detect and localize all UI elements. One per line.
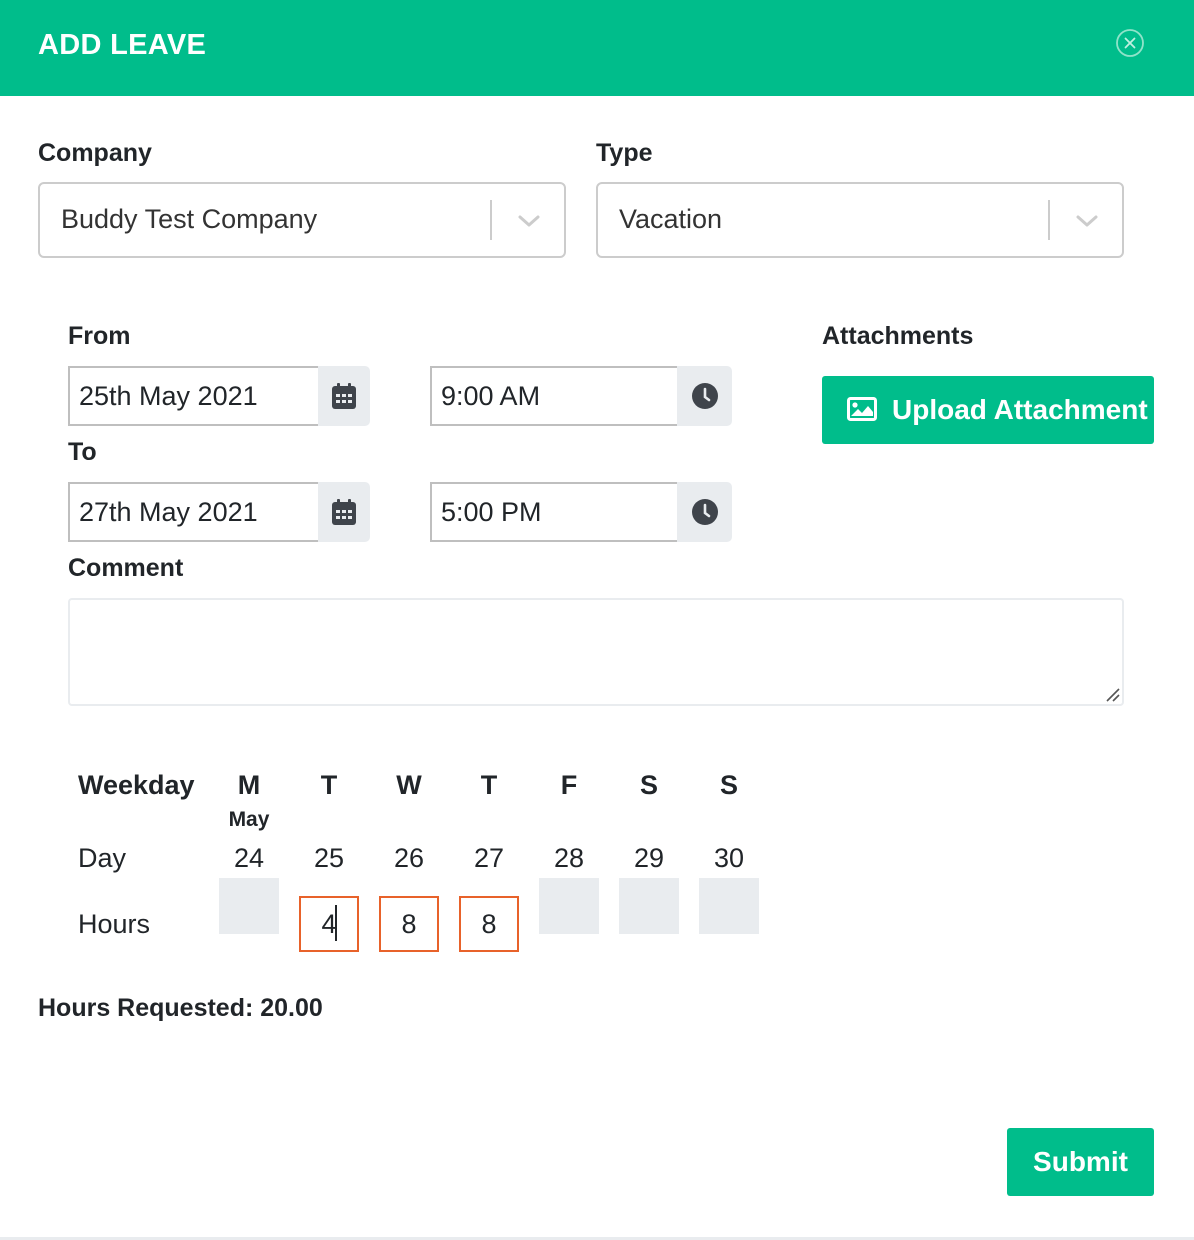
resize-grip-icon[interactable] — [1104, 686, 1120, 702]
day-number: 28 — [553, 843, 585, 873]
hours-input[interactable]: 8 — [459, 896, 519, 952]
chevron-down-icon — [1076, 215, 1098, 227]
select-separator — [1048, 200, 1050, 240]
to-label: To — [68, 438, 97, 466]
from-date-picker-button[interactable] — [318, 366, 370, 426]
weekday-header: S — [719, 770, 738, 800]
text-caret — [335, 905, 337, 941]
weekday-header: M — [237, 770, 261, 800]
upload-attachment-button[interactable]: Upload Attachment — [822, 376, 1154, 444]
weekday-header: S — [639, 770, 658, 800]
close-circle-icon — [1116, 29, 1144, 57]
close-button[interactable] — [1115, 28, 1145, 58]
day-number: 29 — [633, 843, 665, 873]
from-time-picker-button[interactable] — [677, 366, 732, 426]
modal-header: ADD LEAVE — [0, 0, 1194, 96]
hours-cell-disabled — [699, 878, 759, 934]
weekday-header: T — [320, 770, 338, 800]
weekday-row-label: Weekday — [78, 770, 195, 800]
comment-label: Comment — [68, 554, 184, 582]
month-label: May — [228, 808, 270, 831]
day-number: 25 — [313, 843, 345, 873]
clock-icon — [691, 499, 718, 525]
type-select[interactable]: Vacation — [596, 182, 1124, 258]
attachments-label: Attachments — [822, 322, 974, 350]
from-time-input[interactable]: 9:00 AM — [430, 366, 679, 426]
image-icon — [847, 397, 877, 421]
chevron-down-icon — [518, 215, 540, 227]
weekday-header: T — [480, 770, 498, 800]
to-date-input[interactable]: 27th May 2021 — [68, 482, 320, 542]
to-date-picker-button[interactable] — [318, 482, 370, 542]
to-time-input[interactable]: 5:00 PM — [430, 482, 679, 542]
calendar-icon — [332, 499, 356, 525]
day-number: 27 — [473, 843, 505, 873]
type-select-value: Vacation — [619, 204, 723, 234]
day-number: 24 — [233, 843, 265, 873]
company-label: Company — [38, 139, 152, 167]
modal-title: ADD LEAVE — [38, 29, 207, 61]
comment-textarea[interactable] — [68, 598, 1124, 706]
from-label: From — [68, 322, 131, 350]
day-number: 26 — [393, 843, 425, 873]
hours-cell-disabled — [539, 878, 599, 934]
weekday-header: F — [560, 770, 578, 800]
select-separator — [490, 200, 492, 240]
hours-row-label: Hours — [78, 909, 151, 939]
hours-input[interactable]: 4 — [299, 896, 359, 952]
hours-requested-summary: Hours Requested: 20.00 — [38, 994, 323, 1022]
hours-cell-disabled — [219, 878, 279, 934]
hours-cell-disabled — [619, 878, 679, 934]
day-number: 30 — [713, 843, 745, 873]
from-date-group: 25th May 2021 — [68, 366, 370, 426]
weekday-header: W — [396, 770, 422, 800]
company-select-value: Buddy Test Company — [61, 204, 318, 234]
day-row-label: Day — [78, 843, 127, 873]
hours-input[interactable]: 8 — [379, 896, 439, 952]
upload-attachment-label: Upload Attachment — [892, 394, 1148, 425]
from-time-group: 9:00 AM — [430, 366, 732, 426]
submit-button[interactable]: Submit — [1007, 1128, 1154, 1196]
company-select[interactable]: Buddy Test Company — [38, 182, 566, 258]
to-time-group: 5:00 PM — [430, 482, 732, 542]
to-time-picker-button[interactable] — [677, 482, 732, 542]
calendar-icon — [332, 383, 356, 409]
to-date-group: 27th May 2021 — [68, 482, 370, 542]
from-date-input[interactable]: 25th May 2021 — [68, 366, 320, 426]
clock-icon — [691, 383, 718, 409]
type-label: Type — [596, 139, 653, 167]
